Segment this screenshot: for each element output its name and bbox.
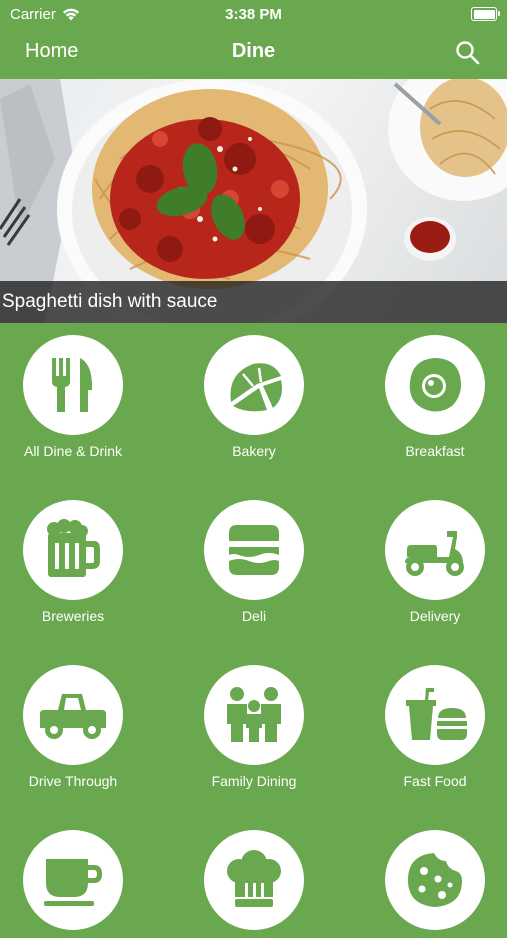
category-family-dining[interactable]: Family Dining	[179, 665, 329, 789]
category-icon-circle	[385, 335, 485, 435]
category-label: Breweries	[41, 608, 105, 624]
chef-hat-icon	[227, 850, 281, 907]
category-delivery[interactable]: Delivery	[360, 500, 507, 624]
category-label: Bakery	[232, 443, 276, 459]
category-breweries[interactable]: Breweries	[0, 500, 148, 624]
category-label: All Dine & Drink	[23, 443, 123, 459]
sandwich-icon	[229, 525, 279, 575]
status-left: Carrier	[10, 6, 80, 23]
search-icon	[456, 41, 480, 65]
page-title: Dine	[231, 40, 276, 62]
category-label: Breakfast	[405, 443, 465, 459]
carrier-label: Carrier	[10, 5, 56, 23]
category-label: Family Dining	[211, 773, 297, 789]
cookie-icon	[408, 853, 462, 907]
category-icon-circle	[204, 665, 304, 765]
category-label: Delivery	[409, 608, 461, 624]
category-icon-circle	[204, 335, 304, 435]
category-label: Fast Food	[403, 773, 467, 789]
category-all-dine-drink[interactable]: All Dine & Drink	[0, 335, 148, 459]
status-bar: Carrier 3:38 PM	[0, 0, 507, 28]
category-icon-circle	[23, 500, 123, 600]
scooter-icon	[405, 531, 464, 576]
category-breakfast[interactable]: Breakfast	[360, 335, 507, 459]
hero-caption: Spaghetti dish with sauce	[0, 281, 507, 323]
beer-mug-icon	[47, 519, 100, 577]
category-icon-circle	[23, 830, 123, 930]
fork-knife-icon	[52, 358, 92, 412]
category-fast-food[interactable]: Fast Food	[360, 665, 507, 789]
category-coffee[interactable]	[0, 830, 148, 938]
category-chef[interactable]	[179, 830, 329, 938]
category-icon-circle	[23, 665, 123, 765]
fried-egg-icon	[409, 358, 461, 412]
family-icon	[227, 687, 281, 742]
category-icon-circle	[385, 830, 485, 930]
category-icon-circle	[385, 500, 485, 600]
search-button[interactable]	[455, 40, 481, 71]
category-deli[interactable]: Deli	[179, 500, 329, 624]
fast-food-icon	[406, 688, 467, 740]
wifi-icon	[62, 8, 79, 20]
category-icon-circle	[23, 335, 123, 435]
hero-banner[interactable]: Spaghetti dish with sauce	[0, 79, 507, 323]
coffee-cup-icon	[44, 859, 102, 906]
category-label: Deli	[241, 608, 267, 624]
navigation-bar: Home Dine	[0, 28, 507, 78]
category-icon-circle	[204, 830, 304, 930]
category-label: Drive Through	[28, 773, 118, 789]
battery-icon	[471, 7, 500, 21]
category-drive-through[interactable]: Drive Through	[0, 665, 148, 789]
category-icon-circle	[204, 500, 304, 600]
category-bakery[interactable]: Bakery	[179, 335, 329, 459]
croissant-icon	[230, 363, 282, 412]
category-icon-circle	[385, 665, 485, 765]
truck-icon	[40, 694, 106, 739]
category-cookie[interactable]	[360, 830, 507, 938]
